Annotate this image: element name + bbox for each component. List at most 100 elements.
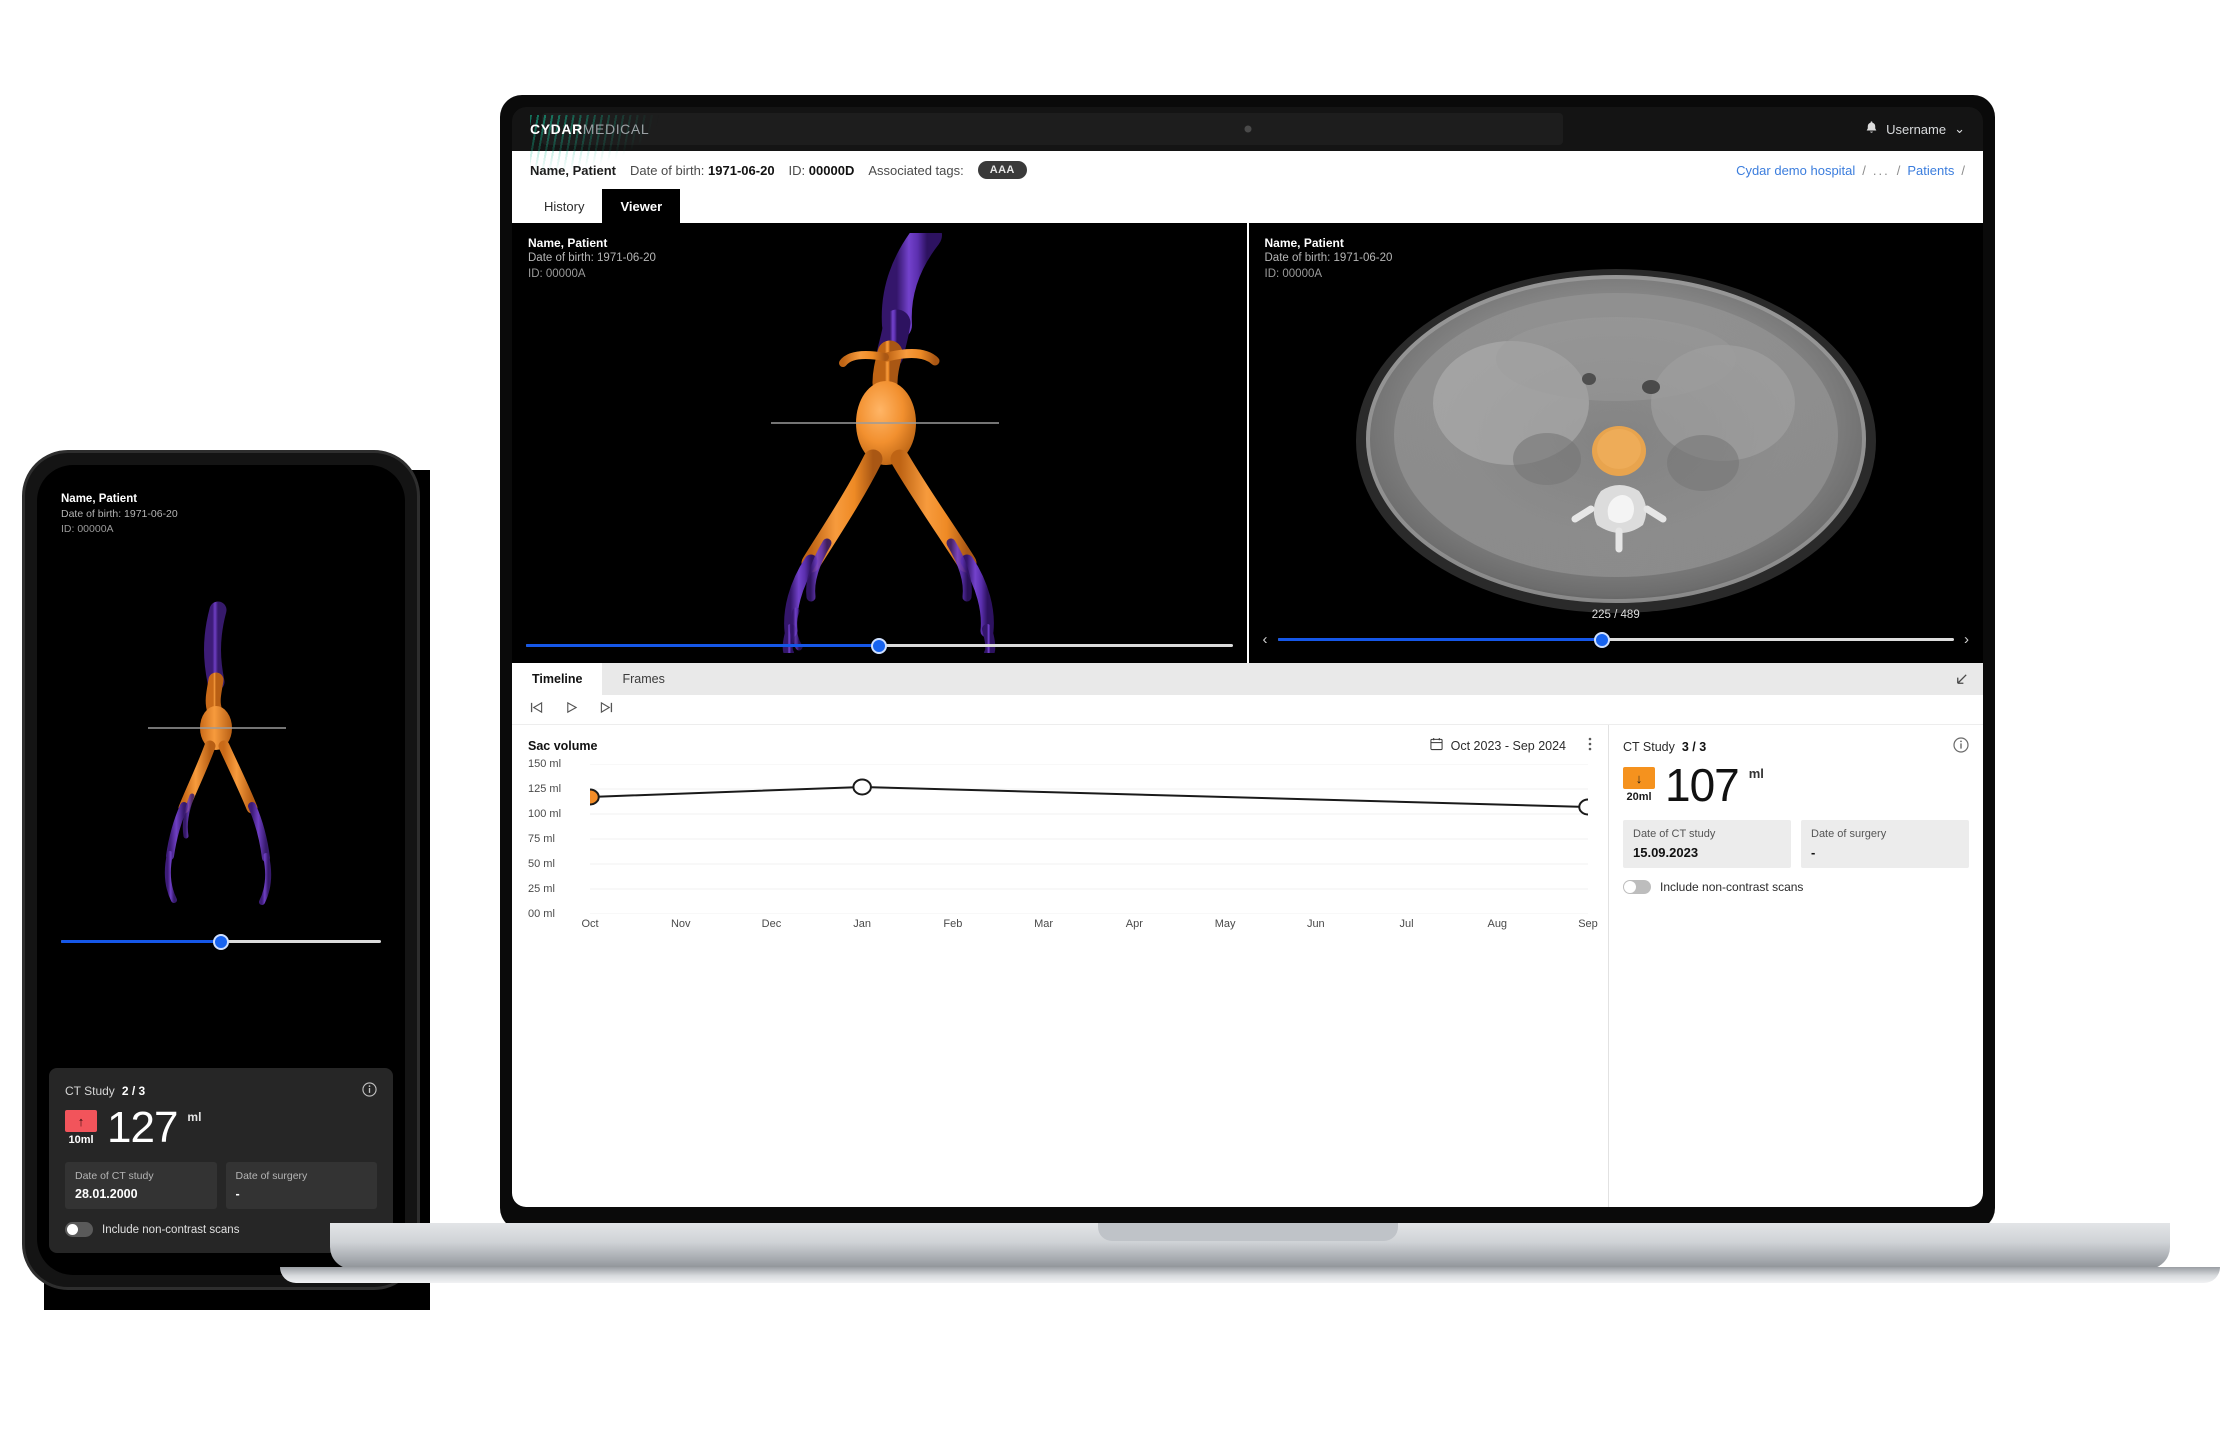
skip-to-first-icon[interactable] [530,701,543,719]
chart-title: Sac volume [528,738,598,753]
field-ct-study-date-label: Date of CT study [1633,828,1716,840]
viewer-ct-slider-row[interactable]: ‹ › [1249,631,1984,648]
phone-field-ct-date-value: 28.01.2000 [75,1187,138,1201]
tab-timeline[interactable]: Timeline [512,663,603,695]
chevron-left-icon[interactable]: ‹ [1263,632,1268,647]
more-vertical-icon[interactable] [1588,737,1592,754]
phone-field-surgery-date-value: - [235,1187,240,1201]
field-ct-study-date: Date of CT study 15.09.2023 [1623,820,1791,868]
phone-aorta-3d-render[interactable] [106,600,336,930]
viewer-3d-patient-id: ID: 00000A [528,267,586,280]
chart-data-point[interactable] [590,790,599,805]
brand-name-bold: CYDAR [530,121,583,137]
patient-dob-value: 1971-06-20 [708,162,775,178]
chart-x-tick: Apr [1125,918,1143,930]
breadcrumb-patients[interactable]: Patients [1907,163,1954,178]
chart-header: Sac volume Oct 2023 - Sep 2024 [528,737,1592,754]
brand-logo[interactable]: CYDARMEDICAL [530,115,660,175]
chart-date-range-label: Oct 2023 - Sep 2024 [1450,738,1566,753]
chart-date-range-picker[interactable]: Oct 2023 - Sep 2024 [1430,737,1592,754]
chart-x-axis: Oct Nov Dec Jan Feb Mar Apr May Jun Jul Aug Sep [581,914,1597,936]
ct-slice-image[interactable] [1351,263,1881,623]
breadcrumb-sep-3: / [1961,162,1965,178]
viewer-ct-patient-dob: Date of birth: 1971-06-20 [1264,252,1393,265]
phone-screen: Name, Patient Date of birth: 1971-06-20 … [37,465,405,1275]
topbar-user-area[interactable]: Username ⌄ [1865,120,1965,138]
breadcrumb-ellipsis[interactable]: ... [1873,163,1890,178]
viewer-3d-patient-name: Name, Patient [528,236,608,250]
chart-x-tick: Jan [853,918,872,930]
chart-data-point[interactable] [853,780,870,795]
viewer-3d-slider-knob[interactable] [871,637,888,654]
phone-body: Name, Patient Date of birth: 1971-06-20 … [22,450,420,1290]
topbar-search-area[interactable] [542,113,1563,145]
tab-history[interactable]: History [526,189,603,223]
viewer-3d-slider-row[interactable] [512,637,1247,654]
chevron-down-icon[interactable]: ⌄ [1954,121,1965,137]
sac-volume-unit: ml [1748,766,1764,781]
phone-study-value-row: ↑ 10ml 127 ml [65,1106,377,1150]
patient-dob-label: Date of birth: [629,162,705,178]
field-surgery-date-value: - [1811,845,1816,860]
breadcrumb-hospital[interactable]: Cydar demo hospital [1736,163,1855,178]
info-icon[interactable] [1953,737,1969,756]
viewer-ct-panel[interactable]: Name, Patient Date of birth: 1971-06-20 … [1246,223,1984,663]
laptop-device: CYDARMEDICAL Username ⌄ Name, Patient Da… [280,95,2220,1283]
skip-to-last-icon[interactable] [600,701,613,719]
collapse-panel-button[interactable] [1940,663,1983,695]
noncontrast-toggle[interactable] [1623,880,1651,894]
info-icon[interactable] [362,1082,377,1100]
phone-field-ct-date: Date of CT study 28.01.2000 [65,1162,217,1209]
sac-volume-chart-panel: Sac volume Oct 2023 - Sep 2024 150 ml 12… [512,725,1608,1207]
chart-data-point[interactable] [1579,800,1588,815]
chevron-right-icon[interactable]: › [1964,632,1969,647]
viewer-3d-slider-track[interactable] [526,637,1233,654]
chart-x-tick: Aug [1487,918,1508,930]
viewer-ct-slider-track[interactable] [1277,631,1954,648]
chart-y-tick: 50 ml [528,858,555,870]
ct-study-label: CT Study [1623,739,1675,754]
field-ct-study-date-value: 15.09.2023 [1633,845,1699,860]
chart-x-tick: Oct [581,918,599,930]
bell-icon[interactable] [1865,120,1878,138]
phone-patient-dob: Date of birth: 1971-06-20 [61,508,178,521]
breadcrumb-sep-2: / [1896,162,1901,178]
play-icon[interactable] [565,701,578,719]
viewer-3d-panel[interactable]: Name, Patient Date of birth: 1971-06-20 … [512,223,1247,663]
topbar-center-dot [1244,125,1251,133]
viewer-ct-slider-knob[interactable] [1594,631,1611,648]
delta-arrow-icon: ↓ [1623,767,1655,789]
phone-slider-knob[interactable] [213,933,229,950]
field-surgery-date-label: Date of surgery [1811,828,1887,840]
patient-header: Name, Patient Date of birth: 1971-06-20 … [512,151,1983,189]
viewer-ct-meta: Name, Patient Date of birth: 1971-06-20 … [1265,235,1393,282]
sac-volume-value: 107 [1665,759,1740,811]
chart-plot-area: 150 ml 125 ml 100 ml 75 ml 50 ml 25 ml 00 ml [528,758,1592,920]
status-badge-aaa[interactable]: AAA [977,161,1027,179]
chart-x-tick: Sep [1578,918,1598,930]
chart-x-tick: May [1214,918,1236,930]
viewer-ct-slider-fill [1277,638,1603,641]
patient-dob: Date of birth: 1971-06-20 [630,163,775,178]
breadcrumb-sep-1: / [1862,162,1866,178]
phone-noncontrast-toggle[interactable] [65,1222,93,1237]
tab-viewer[interactable]: Viewer [602,189,681,223]
phone-study-header: CT Study 2 / 3 [65,1082,377,1100]
phone-patient-id: ID: 00000A [61,522,114,535]
tab-frames[interactable]: Frames [602,663,684,695]
aorta-3d-render[interactable] [659,233,1099,653]
phone-slice-slider[interactable] [61,933,381,950]
username-label[interactable]: Username [1886,122,1946,137]
bottom-panel-tabs: Timeline Frames [512,663,1983,695]
app-topbar: CYDARMEDICAL Username ⌄ [512,107,1983,175]
viewer-3d-slider-fill [526,644,880,647]
phone-study-counter: 2 / 3 [121,1084,146,1098]
phone-sac-volume-value: 127 [107,1103,178,1152]
phone-slider-track[interactable] [61,933,381,950]
delta-indicator: ↓ 20ml [1623,767,1655,803]
main-tabs: History Viewer [512,189,1983,223]
phone-study-label: CT Study [65,1084,115,1098]
chart-line-series [590,787,1588,807]
chart-y-tick: 100 ml [528,808,562,820]
noncontrast-toggle-row[interactable]: Include non-contrast scans [1623,880,1969,894]
